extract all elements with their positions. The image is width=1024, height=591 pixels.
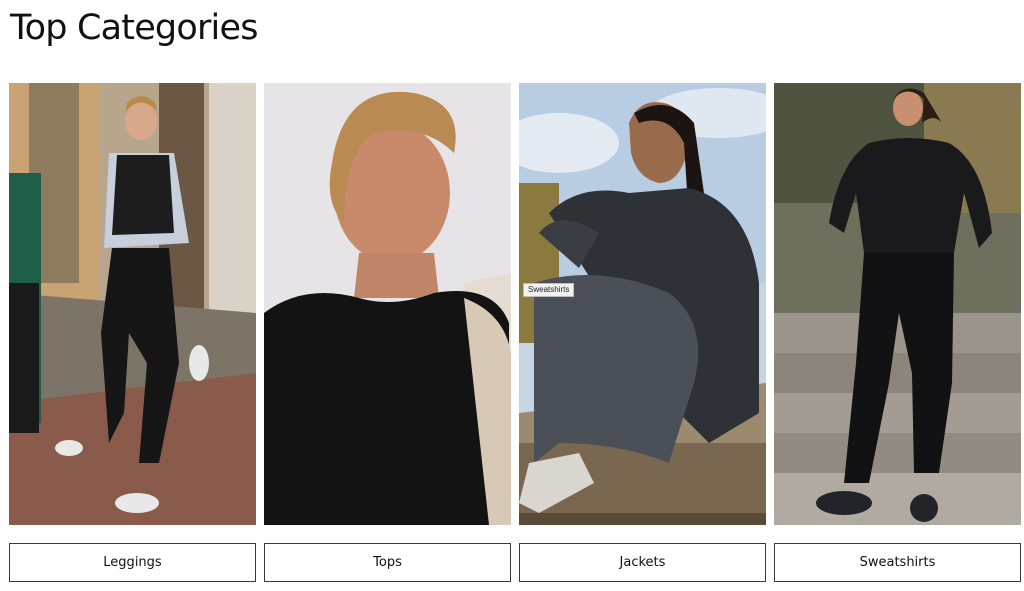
- sweatshirts-button[interactable]: Sweatshirts: [774, 543, 1021, 582]
- category-grid: Leggings Tops Sweatshirts Jackets Sweats…: [9, 83, 1021, 583]
- leggings-photo[interactable]: [9, 83, 256, 525]
- category-card-leggings: Leggings: [9, 83, 256, 583]
- category-card-sweatshirts: Sweatshirts: [774, 83, 1021, 583]
- leggings-button[interactable]: Leggings: [9, 543, 256, 582]
- sweatshirts-photo[interactable]: [774, 83, 1021, 525]
- leggings-image: [9, 83, 256, 525]
- jackets-button[interactable]: Jackets: [519, 543, 766, 582]
- jackets-image: [519, 83, 766, 525]
- tops-button[interactable]: Tops: [264, 543, 511, 582]
- sweatshirts-tooltip: Sweatshirts: [523, 283, 575, 297]
- tops-image: [264, 83, 511, 525]
- section-title: Top Categories: [10, 8, 258, 48]
- tops-photo[interactable]: [264, 83, 511, 525]
- top-categories-page: Top Categories Leggings Tops Sweatshirts…: [0, 0, 1024, 591]
- sweatshirts-image: [774, 83, 1021, 525]
- category-card-jackets: Sweatshirts Jackets: [519, 83, 766, 583]
- jackets-photo[interactable]: Sweatshirts: [519, 83, 766, 525]
- category-card-tops: Tops: [264, 83, 511, 583]
